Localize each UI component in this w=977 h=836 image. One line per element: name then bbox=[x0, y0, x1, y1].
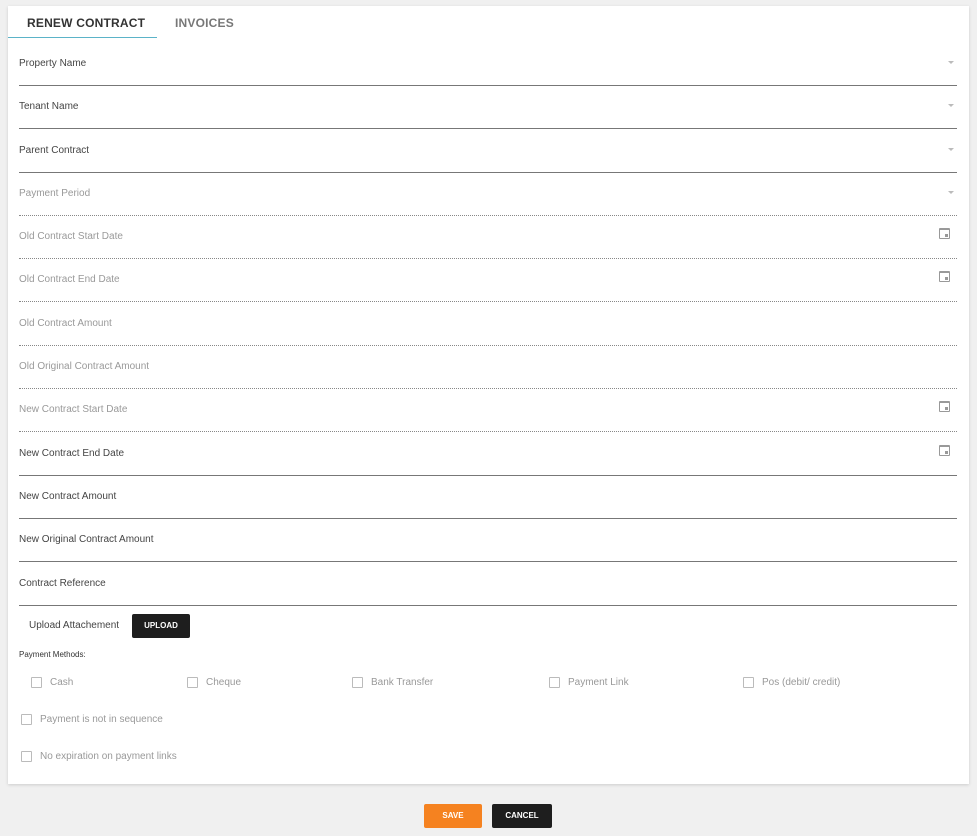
field-underline bbox=[19, 215, 957, 216]
new-contract-end-date-label: New Contract End Date bbox=[19, 448, 125, 459]
renew-contract-card: RENEW CONTRACT INVOICES Property Name Te… bbox=[8, 6, 969, 784]
checkbox-label: Cheque bbox=[206, 677, 242, 688]
property-name-label: Property Name bbox=[19, 58, 87, 69]
checkbox[interactable] bbox=[31, 677, 42, 688]
checkbox[interactable] bbox=[549, 677, 560, 688]
dropdown-caret-icon bbox=[948, 148, 954, 151]
calendar-icon[interactable] bbox=[939, 228, 950, 239]
new-contract-amount-label: New Contract Amount bbox=[19, 491, 117, 502]
old-contract-amount-label: Old Contract Amount bbox=[19, 318, 112, 329]
checkbox-label: No expiration on payment links bbox=[40, 751, 177, 762]
parent-contract-select[interactable]: Parent Contract bbox=[19, 143, 957, 173]
checkbox[interactable] bbox=[352, 677, 363, 688]
upload-button[interactable]: UPLOAD bbox=[132, 614, 190, 638]
new-original-contract-amount-field[interactable]: New Original Contract Amount bbox=[19, 532, 957, 562]
upload-attachment-row: Upload Attachement UPLOAD bbox=[29, 614, 329, 638]
field-underline bbox=[19, 388, 957, 389]
parent-contract-label: Parent Contract bbox=[19, 145, 90, 156]
new-contract-amount-field[interactable]: New Contract Amount bbox=[19, 489, 957, 519]
field-underline bbox=[19, 345, 957, 346]
field-underline bbox=[19, 172, 957, 173]
save-button[interactable]: SAVE bbox=[424, 804, 482, 828]
dropdown-caret-icon bbox=[948, 61, 954, 64]
contract-reference-field[interactable]: Contract Reference bbox=[19, 576, 957, 606]
tenant-name-select[interactable]: Tenant Name bbox=[19, 99, 957, 129]
calendar-icon[interactable] bbox=[939, 401, 950, 412]
new-contract-start-date-label: New Contract Start Date bbox=[19, 404, 128, 415]
field-underline bbox=[19, 85, 957, 86]
tab-renew-contract[interactable]: RENEW CONTRACT bbox=[27, 16, 145, 30]
old-contract-amount-field[interactable]: Old Contract Amount bbox=[19, 316, 957, 346]
payment-methods-title: Payment Methods: bbox=[19, 650, 86, 659]
checkbox[interactable] bbox=[743, 677, 754, 688]
checkbox-label: Cash bbox=[50, 677, 74, 688]
dropdown-caret-icon bbox=[948, 191, 954, 194]
new-contract-end-date-field[interactable]: New Contract End Date bbox=[19, 445, 957, 476]
field-underline bbox=[19, 475, 957, 476]
old-contract-start-date-label: Old Contract Start Date bbox=[19, 231, 123, 242]
checkbox-label: Pos (debit/ credit) bbox=[762, 677, 841, 688]
tenant-name-label: Tenant Name bbox=[19, 101, 79, 112]
checkbox[interactable] bbox=[21, 751, 32, 762]
checkbox[interactable] bbox=[187, 677, 198, 688]
checkbox-label: Payment Link bbox=[568, 677, 629, 688]
new-contract-start-date-field[interactable]: New Contract Start Date bbox=[19, 401, 957, 432]
payment-period-select[interactable]: Payment Period bbox=[19, 186, 957, 216]
dropdown-caret-icon bbox=[948, 104, 954, 107]
contract-reference-label: Contract Reference bbox=[19, 578, 106, 589]
active-tab-indicator bbox=[8, 37, 157, 38]
old-contract-start-date-field[interactable]: Old Contract Start Date bbox=[19, 228, 957, 259]
tab-invoices[interactable]: INVOICES bbox=[175, 16, 234, 30]
checkbox-label: Bank Transfer bbox=[371, 677, 434, 688]
field-underline bbox=[19, 518, 957, 519]
tab-bar: RENEW CONTRACT INVOICES bbox=[8, 6, 308, 39]
cancel-button[interactable]: CANCEL bbox=[492, 804, 552, 828]
new-original-contract-amount-label: New Original Contract Amount bbox=[19, 534, 154, 545]
field-underline bbox=[19, 605, 957, 606]
field-underline bbox=[19, 431, 957, 432]
payment-period-label: Payment Period bbox=[19, 188, 91, 199]
calendar-icon[interactable] bbox=[939, 271, 950, 282]
field-underline bbox=[19, 301, 957, 302]
field-underline bbox=[19, 561, 957, 562]
old-contract-end-date-field[interactable]: Old Contract End Date bbox=[19, 271, 957, 302]
checkbox[interactable] bbox=[21, 714, 32, 725]
old-contract-end-date-label: Old Contract End Date bbox=[19, 274, 120, 285]
property-name-select[interactable]: Property Name bbox=[19, 56, 957, 86]
checkbox-label: Payment is not in sequence bbox=[40, 714, 163, 725]
old-original-contract-amount-field[interactable]: Old Original Contract Amount bbox=[19, 359, 957, 389]
old-original-contract-amount-label: Old Original Contract Amount bbox=[19, 361, 150, 372]
field-underline bbox=[19, 128, 957, 129]
upload-attachment-label: Upload Attachement bbox=[29, 620, 120, 631]
field-underline bbox=[19, 258, 957, 259]
calendar-icon[interactable] bbox=[939, 445, 950, 456]
